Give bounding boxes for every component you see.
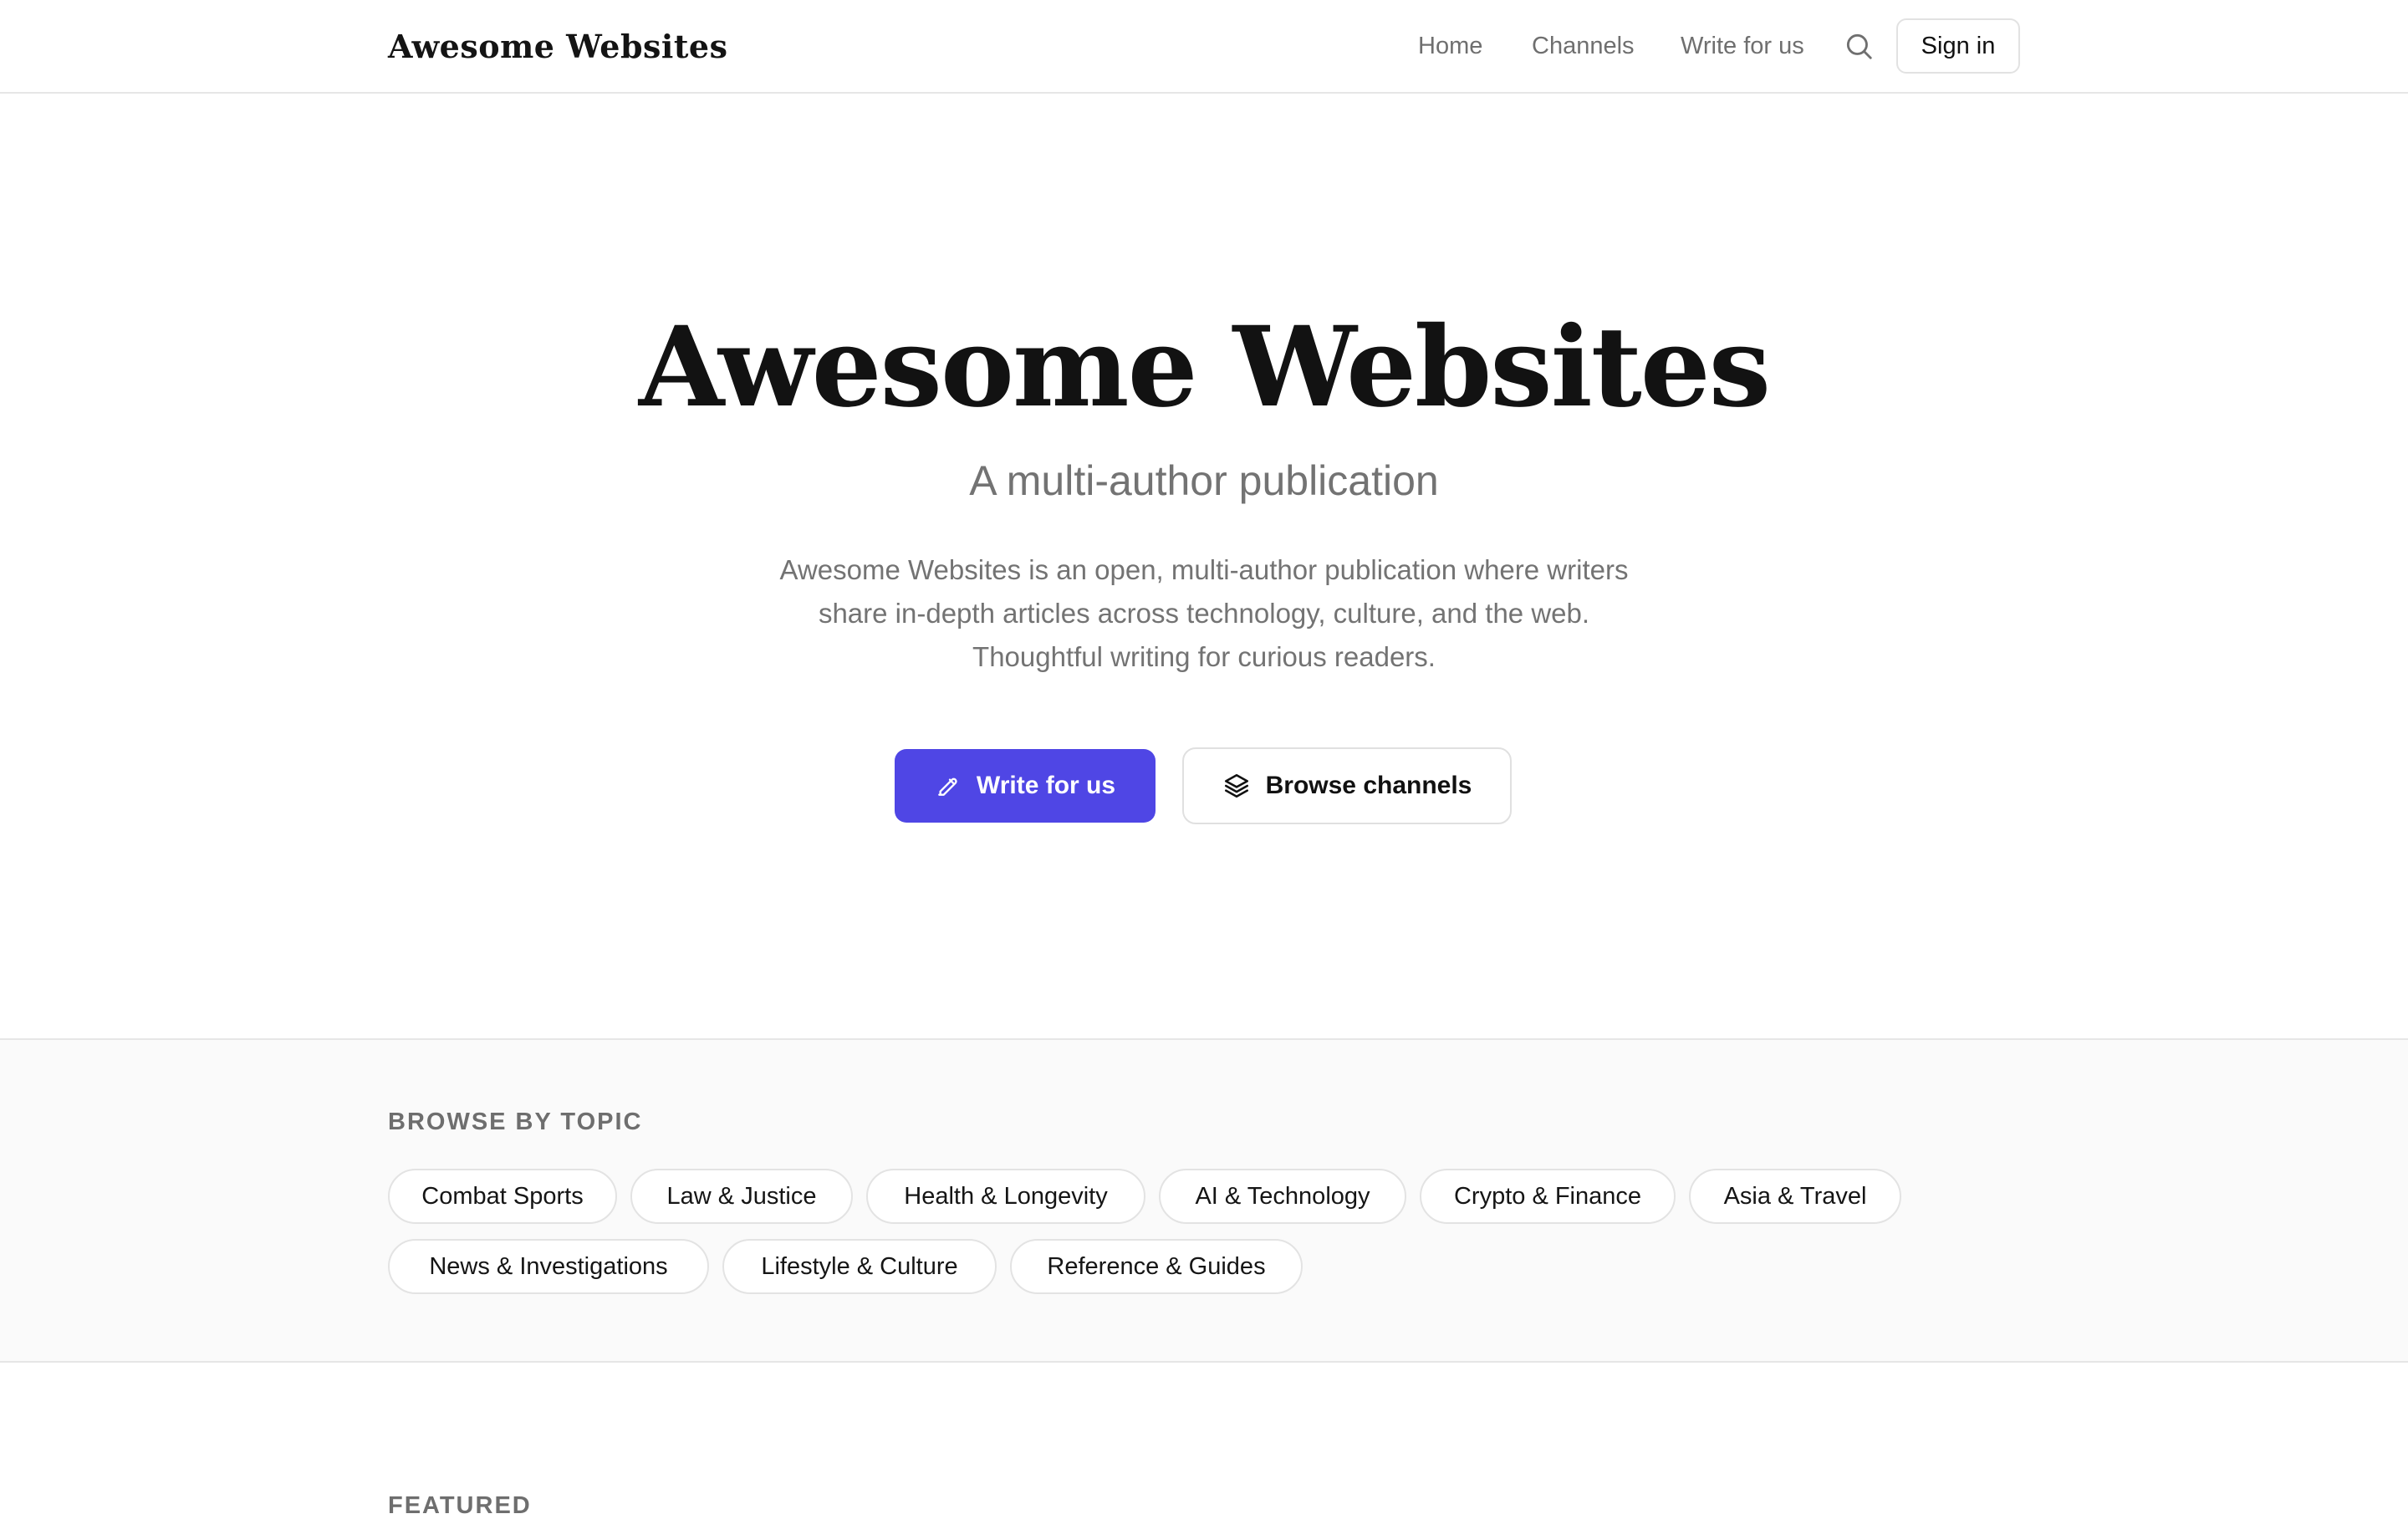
sign-in-button[interactable]: Sign in <box>1896 18 2020 74</box>
topic-chip[interactable]: Law & Justice <box>630 1169 853 1224</box>
browse-channels-label: Browse channels <box>1265 772 1472 799</box>
write-for-us-button[interactable]: Write for us <box>895 749 1156 823</box>
browse-channels-button[interactable]: Browse channels <box>1182 747 1512 824</box>
write-for-us-label: Write for us <box>976 772 1116 799</box>
hero-description-line: share in-depth articles across technolog… <box>818 598 1590 629</box>
topic-chip[interactable]: Lifestyle & Culture <box>722 1239 997 1294</box>
topic-chip[interactable]: News & Investigations <box>388 1239 709 1294</box>
hero-description-line: Thoughtful writing for curious readers. <box>972 641 1436 672</box>
topic-chip[interactable]: Combat Sports <box>388 1169 617 1224</box>
hero-description-line: Awesome Websites is an open, multi-autho… <box>779 554 1629 585</box>
nav-channels[interactable]: Channels <box>1532 30 1635 62</box>
topics-section: BROWSE BY TOPIC Combat Sports Law & Just… <box>0 1038 2408 1363</box>
site-header: Awesome Websites Home Channels Write for… <box>0 0 2408 94</box>
layers-icon <box>1224 773 1248 798</box>
topics-heading: BROWSE BY TOPIC <box>388 1109 643 1135</box>
topic-chip[interactable]: Crypto & Finance <box>1420 1169 1676 1224</box>
search-button[interactable] <box>1843 30 1875 62</box>
topic-chip[interactable]: Health & Longevity <box>866 1169 1145 1224</box>
topic-chip[interactable]: Reference & Guides <box>1010 1239 1303 1294</box>
pencil-icon <box>938 777 957 796</box>
hero-title: Awesome Websites <box>638 303 1771 432</box>
hero-description: Awesome Websites is an open, multi-autho… <box>736 548 1672 679</box>
topic-chip[interactable]: AI & Technology <box>1159 1169 1406 1224</box>
hero-subtitle: A multi-author publication <box>969 457 1439 504</box>
sign-in-label: Sign in <box>1921 32 1996 59</box>
search-icon <box>1846 33 1872 59</box>
featured-heading: FEATURED <box>388 1492 532 1519</box>
topic-chip[interactable]: Asia & Travel <box>1689 1169 1901 1224</box>
site-logo[interactable]: Awesome Websites <box>388 22 727 72</box>
nav-home[interactable]: Home <box>1418 30 1482 62</box>
nav-write-for-us[interactable]: Write for us <box>1681 30 1804 62</box>
